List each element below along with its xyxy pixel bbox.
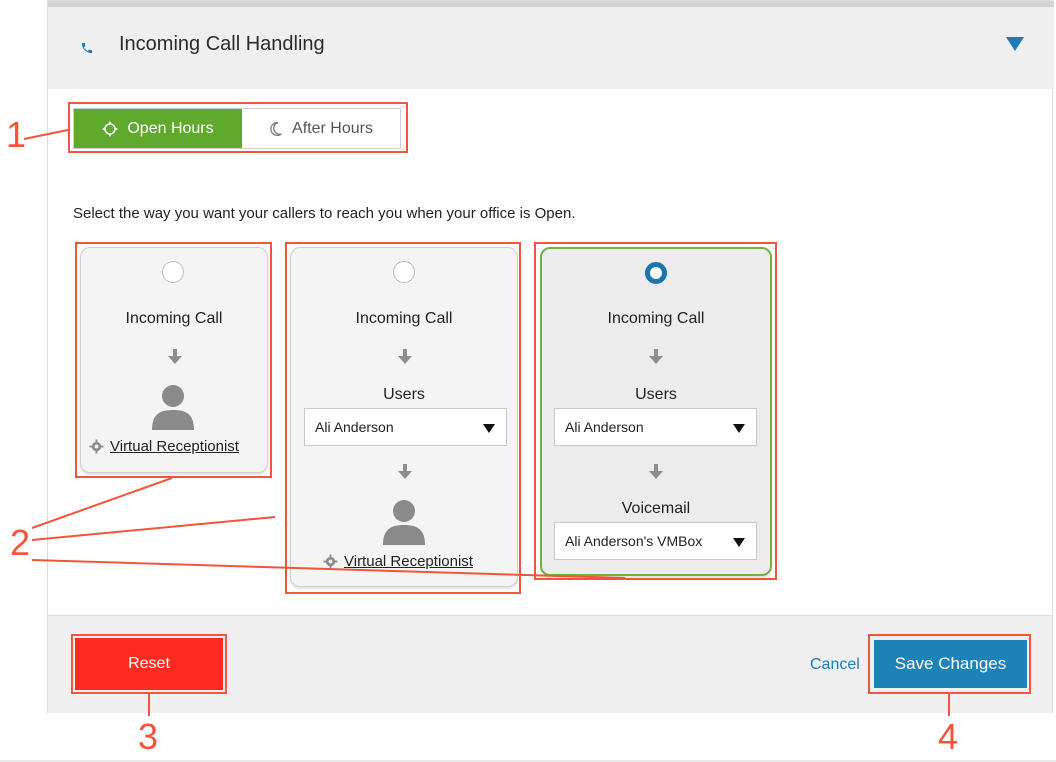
collapse-chevron-icon[interactable] — [1006, 37, 1024, 51]
annotation-box-card2 — [285, 242, 521, 594]
annotation-box-card1 — [75, 242, 272, 478]
instructions-text: Select the way you want your callers to … — [73, 205, 576, 222]
annotation-number: 2 — [10, 522, 31, 563]
annotation-box-toggle — [68, 102, 408, 153]
panel-header[interactable]: Incoming Call Handling — [48, 1, 1054, 89]
annotation-box-reset — [71, 634, 227, 694]
annotation-number: 1 — [6, 114, 27, 155]
cancel-link[interactable]: Cancel — [810, 656, 860, 674]
phone-icon — [81, 42, 93, 54]
panel-title: Incoming Call Handling — [119, 33, 325, 55]
annotation-box-save — [868, 634, 1031, 694]
annotation-box-card3 — [534, 242, 777, 580]
annotation-number: 4 — [938, 716, 959, 757]
annotation-number: 3 — [138, 716, 159, 757]
